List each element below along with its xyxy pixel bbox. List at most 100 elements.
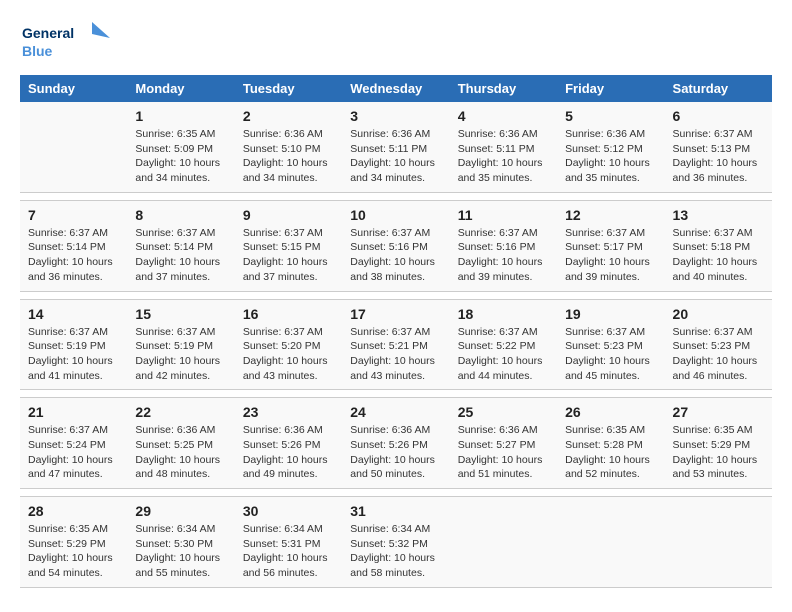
calendar-week-2: 7 Sunrise: 6:37 AMSunset: 5:14 PMDaylight… <box>20 200 772 291</box>
logo-icon: General Blue <box>20 20 110 65</box>
day-info: Sunrise: 6:35 AMSunset: 5:28 PMDaylight:… <box>565 423 656 482</box>
calendar-day: 17Sunrise: 6:37 AMSunset: 5:21 PMDayligh… <box>342 299 449 390</box>
calendar-day: 20 Sunrise: 6:37 AMSunset: 5:23 PMDayligh… <box>665 299 772 390</box>
week-separator <box>20 489 772 497</box>
calendar-day <box>20 102 127 192</box>
day-info: Sunrise: 6:36 AMSunset: 5:25 PMDaylight:… <box>135 423 226 482</box>
calendar-table: Sunday Monday Tuesday Wednesday Thursday… <box>20 75 772 588</box>
day-info: Sunrise: 6:34 AMSunset: 5:32 PMDaylight:… <box>350 522 441 581</box>
day-number: 13 <box>673 207 764 223</box>
calendar-day: 6 Sunrise: 6:37 AMSunset: 5:13 PMDaylight… <box>665 102 772 192</box>
calendar-day: 19 Sunrise: 6:37 AMSunset: 5:23 PMDayligh… <box>557 299 664 390</box>
calendar-day: 31 Sunrise: 6:34 AMSunset: 5:32 PMDayligh… <box>342 497 449 588</box>
day-info: Sunrise: 6:37 AMSunset: 5:23 PMDaylight:… <box>565 325 656 384</box>
svg-text:Blue: Blue <box>22 43 53 59</box>
calendar-day: 15 Sunrise: 6:37 AMSunset: 5:19 PMDayligh… <box>127 299 234 390</box>
day-number: 20 <box>673 306 764 322</box>
day-info: Sunrise: 6:37 AMSunset: 5:20 PMDaylight:… <box>243 325 334 384</box>
calendar-day <box>665 497 772 588</box>
day-number: 29 <box>135 503 226 519</box>
day-info: Sunrise: 6:36 AMSunset: 5:11 PMDaylight:… <box>458 127 549 186</box>
day-info: Sunrise: 6:35 AMSunset: 5:09 PMDaylight:… <box>135 127 226 186</box>
calendar-week-3: 14 Sunrise: 6:37 AMSunset: 5:19 PMDayligh… <box>20 299 772 390</box>
calendar-day: 21 Sunrise: 6:37 AMSunset: 5:24 PMDayligh… <box>20 398 127 489</box>
col-tuesday: Tuesday <box>235 75 342 102</box>
day-number: 27 <box>673 404 764 420</box>
day-info: Sunrise: 6:37 AMSunset: 5:23 PMDaylight:… <box>673 325 764 384</box>
day-number: 15 <box>135 306 226 322</box>
day-info: Sunrise: 6:36 AMSunset: 5:26 PMDaylight:… <box>243 423 334 482</box>
calendar-day: 12Sunrise: 6:37 AMSunset: 5:17 PMDayligh… <box>557 200 664 291</box>
day-number: 18 <box>458 306 549 322</box>
day-info: Sunrise: 6:37 AMSunset: 5:16 PMDaylight:… <box>458 226 549 285</box>
col-saturday: Saturday <box>665 75 772 102</box>
day-info: Sunrise: 6:37 AMSunset: 5:15 PMDaylight:… <box>243 226 334 285</box>
day-number: 8 <box>135 207 226 223</box>
day-info: Sunrise: 6:37 AMSunset: 5:19 PMDaylight:… <box>135 325 226 384</box>
calendar-day: 8Sunrise: 6:37 AMSunset: 5:14 PMDaylight… <box>127 200 234 291</box>
day-info: Sunrise: 6:35 AMSunset: 5:29 PMDaylight:… <box>28 522 119 581</box>
col-friday: Friday <box>557 75 664 102</box>
day-number: 23 <box>243 404 334 420</box>
col-monday: Monday <box>127 75 234 102</box>
week-separator <box>20 291 772 299</box>
calendar-week-5: 28Sunrise: 6:35 AMSunset: 5:29 PMDayligh… <box>20 497 772 588</box>
calendar-day: 30 Sunrise: 6:34 AMSunset: 5:31 PMDayligh… <box>235 497 342 588</box>
day-info: Sunrise: 6:37 AMSunset: 5:14 PMDaylight:… <box>28 226 119 285</box>
calendar-week-4: 21 Sunrise: 6:37 AMSunset: 5:24 PMDayligh… <box>20 398 772 489</box>
day-number: 2 <box>243 108 334 124</box>
calendar-day: 4 Sunrise: 6:36 AMSunset: 5:11 PMDaylight… <box>450 102 557 192</box>
day-number: 30 <box>243 503 334 519</box>
day-info: Sunrise: 6:37 AMSunset: 5:13 PMDaylight:… <box>673 127 764 186</box>
calendar-day: 1Sunrise: 6:35 AMSunset: 5:09 PMDaylight… <box>127 102 234 192</box>
day-number: 19 <box>565 306 656 322</box>
day-info: Sunrise: 6:37 AMSunset: 5:16 PMDaylight:… <box>350 226 441 285</box>
logo: General Blue <box>20 20 110 65</box>
day-info: Sunrise: 6:36 AMSunset: 5:26 PMDaylight:… <box>350 423 441 482</box>
calendar-day: 22 Sunrise: 6:36 AMSunset: 5:25 PMDayligh… <box>127 398 234 489</box>
calendar-day: 28Sunrise: 6:35 AMSunset: 5:29 PMDayligh… <box>20 497 127 588</box>
day-info: Sunrise: 6:37 AMSunset: 5:22 PMDaylight:… <box>458 325 549 384</box>
calendar-day: 29 Sunrise: 6:34 AMSunset: 5:30 PMDayligh… <box>127 497 234 588</box>
day-number: 7 <box>28 207 119 223</box>
calendar-day: 14 Sunrise: 6:37 AMSunset: 5:19 PMDayligh… <box>20 299 127 390</box>
calendar-day <box>450 497 557 588</box>
day-info: Sunrise: 6:35 AMSunset: 5:29 PMDaylight:… <box>673 423 764 482</box>
day-number: 14 <box>28 306 119 322</box>
day-number: 17 <box>350 306 441 322</box>
calendar-day <box>557 497 664 588</box>
day-number: 4 <box>458 108 549 124</box>
day-number: 26 <box>565 404 656 420</box>
calendar-day: 24Sunrise: 6:36 AMSunset: 5:26 PMDayligh… <box>342 398 449 489</box>
day-number: 16 <box>243 306 334 322</box>
day-info: Sunrise: 6:34 AMSunset: 5:30 PMDaylight:… <box>135 522 226 581</box>
week-separator <box>20 390 772 398</box>
day-number: 12 <box>565 207 656 223</box>
day-info: Sunrise: 6:34 AMSunset: 5:31 PMDaylight:… <box>243 522 334 581</box>
header-row: Sunday Monday Tuesday Wednesday Thursday… <box>20 75 772 102</box>
day-info: Sunrise: 6:37 AMSunset: 5:19 PMDaylight:… <box>28 325 119 384</box>
calendar-day: 25Sunrise: 6:36 AMSunset: 5:27 PMDayligh… <box>450 398 557 489</box>
day-number: 25 <box>458 404 549 420</box>
calendar-day: 18 Sunrise: 6:37 AMSunset: 5:22 PMDayligh… <box>450 299 557 390</box>
day-number: 11 <box>458 207 549 223</box>
calendar-day: 2Sunrise: 6:36 AMSunset: 5:10 PMDaylight… <box>235 102 342 192</box>
calendar-day: 7 Sunrise: 6:37 AMSunset: 5:14 PMDaylight… <box>20 200 127 291</box>
svg-text:General: General <box>22 25 74 41</box>
day-number: 3 <box>350 108 441 124</box>
calendar-day: 5Sunrise: 6:36 AMSunset: 5:12 PMDaylight… <box>557 102 664 192</box>
day-number: 22 <box>135 404 226 420</box>
col-sunday: Sunday <box>20 75 127 102</box>
day-info: Sunrise: 6:36 AMSunset: 5:11 PMDaylight:… <box>350 127 441 186</box>
calendar-day: 13 Sunrise: 6:37 AMSunset: 5:18 PMDayligh… <box>665 200 772 291</box>
calendar-day: 26 Sunrise: 6:35 AMSunset: 5:28 PMDayligh… <box>557 398 664 489</box>
day-info: Sunrise: 6:37 AMSunset: 5:24 PMDaylight:… <box>28 423 119 482</box>
day-number: 9 <box>243 207 334 223</box>
day-info: Sunrise: 6:37 AMSunset: 5:18 PMDaylight:… <box>673 226 764 285</box>
day-number: 21 <box>28 404 119 420</box>
day-number: 6 <box>673 108 764 124</box>
col-wednesday: Wednesday <box>342 75 449 102</box>
day-number: 31 <box>350 503 441 519</box>
col-thursday: Thursday <box>450 75 557 102</box>
calendar-day: 27 Sunrise: 6:35 AMSunset: 5:29 PMDayligh… <box>665 398 772 489</box>
